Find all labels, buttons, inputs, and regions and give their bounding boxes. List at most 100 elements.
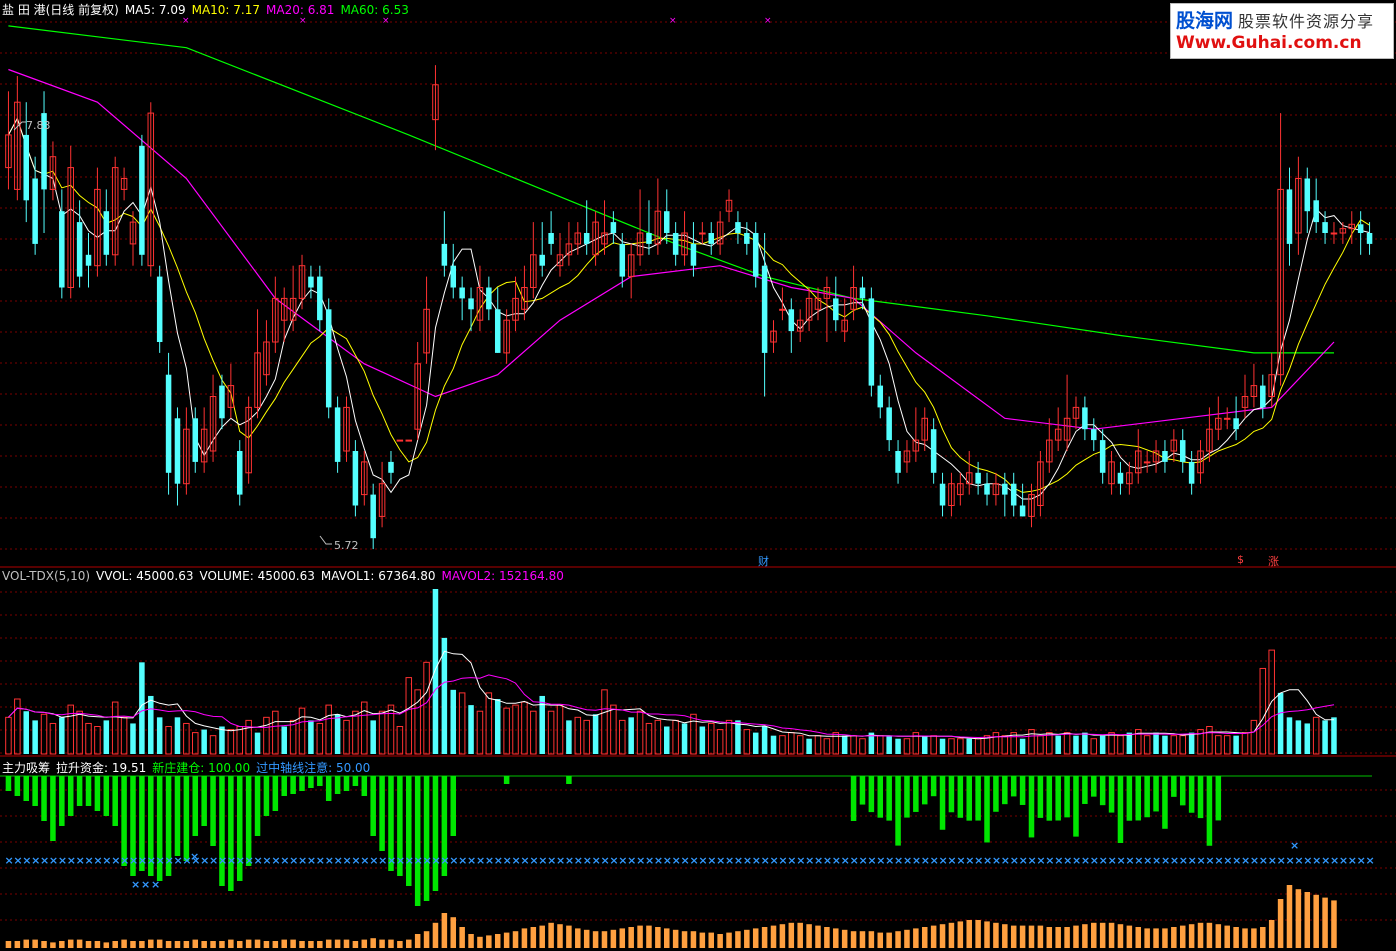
cross-marker: × — [823, 854, 832, 867]
candle-body — [788, 309, 795, 332]
volume-bar — [1322, 720, 1328, 754]
candle-body — [165, 374, 172, 473]
volume-bar — [939, 738, 946, 754]
cross-marker: × — [1179, 854, 1188, 867]
cross-marker: × — [120, 854, 129, 867]
cross-marker: × — [245, 854, 254, 867]
indicator-orange-bar — [530, 927, 537, 948]
cross-marker: × — [190, 850, 199, 863]
cross-marker: × — [1054, 854, 1063, 867]
indicator-orange-bar — [850, 931, 857, 948]
volume-bar — [690, 713, 697, 755]
candle-body — [139, 145, 145, 255]
cross-marker: × — [1357, 854, 1366, 867]
cross-marker: × — [707, 854, 716, 867]
cross-marker: × — [262, 854, 271, 867]
volume-bar — [120, 716, 128, 755]
indicator-orange-bar — [948, 922, 955, 948]
volume-bar — [174, 717, 181, 754]
indicator-green-bar — [1188, 776, 1195, 813]
candle-body — [317, 276, 323, 321]
volume-bar — [681, 723, 688, 754]
cross-marker: × — [141, 878, 150, 891]
candle-body — [236, 451, 243, 495]
volume-bar — [476, 710, 484, 755]
cross-marker: × — [512, 854, 521, 867]
candle-body — [450, 265, 457, 288]
stock-chart: × × × × ×× × × × × × × × × × × × × × × × × × × × × × × × × × × × × × × × × × ×… — [0, 16, 1396, 948]
cross-marker: × — [1134, 854, 1143, 867]
s-marker: $ — [1237, 553, 1244, 566]
indicator-orange-bar — [583, 929, 590, 948]
candle-body — [1322, 222, 1328, 233]
volume-bar — [85, 722, 92, 755]
logo-title: 股海网 — [1176, 10, 1234, 32]
indicator-orange-bar — [984, 921, 990, 948]
indicator-orange-bar — [975, 920, 981, 948]
low-pointer — [319, 535, 332, 545]
cross-marker: × — [396, 854, 405, 867]
cross-marker: × — [1259, 854, 1268, 867]
cross-marker: × — [1161, 854, 1170, 867]
volume-bar — [343, 719, 350, 755]
pull-fund-label: 拉升资金: 19.51 — [56, 761, 147, 775]
indicator-green-bar — [85, 776, 92, 806]
indicator-orange-bar — [1277, 899, 1284, 948]
cross-marker: × — [600, 854, 609, 867]
cross-marker: × — [939, 854, 948, 867]
indicator-orange-bar — [601, 931, 608, 948]
candle-body — [308, 276, 314, 288]
indicator-green-bar — [317, 776, 323, 786]
cross-marker: × — [672, 854, 681, 867]
cross-marker: × — [778, 854, 787, 867]
cross-marker: × — [4, 854, 13, 867]
indicator-orange-bar — [130, 941, 136, 948]
candle-body — [1260, 385, 1266, 408]
indicator-green-bar — [263, 776, 270, 816]
top-x-marker: × — [764, 16, 772, 26]
indicator-green-bar — [1064, 776, 1070, 818]
indicator-orange-bar — [1028, 925, 1035, 948]
indicator-green-bar — [859, 776, 866, 805]
volume-bar — [850, 735, 857, 755]
indicator-orange-bar — [824, 927, 830, 948]
indicator-orange-bar — [690, 931, 697, 948]
volume-bar — [334, 714, 341, 754]
volume-bar — [59, 717, 65, 754]
logo-subtitle: 股票软件资源分享 — [1238, 12, 1375, 31]
candle-body — [459, 287, 465, 299]
volume-bar — [601, 689, 608, 755]
volume-bar — [289, 719, 297, 755]
volume-bar — [877, 735, 884, 755]
indicator-orange-bar — [957, 921, 964, 948]
volume-bar — [1312, 716, 1320, 755]
indicator-orange-bar — [32, 939, 38, 948]
volume-bar — [458, 692, 466, 755]
candle-body — [174, 418, 181, 484]
cross-marker: × — [814, 854, 823, 867]
cross-marker: × — [894, 854, 903, 867]
cross-marker: × — [965, 854, 974, 867]
volume-bar — [1188, 732, 1195, 754]
cross-marker: × — [1339, 854, 1348, 867]
cross-marker: × — [805, 854, 814, 867]
cai-marker: 财 — [758, 555, 769, 568]
volume-bar — [1153, 732, 1159, 754]
volume-bar — [370, 720, 376, 754]
volume-bar — [272, 710, 279, 755]
indicator-orange-bar — [895, 931, 901, 948]
indicator-orange-bar — [1304, 892, 1311, 948]
indicator-green-bar — [183, 776, 190, 861]
candle-body — [548, 233, 554, 244]
indicator-orange-bar — [432, 922, 439, 948]
volume-bar — [957, 738, 964, 755]
indicator-orange-bar — [592, 931, 599, 948]
volume-bar — [494, 699, 501, 754]
indicator-green-bar — [1126, 776, 1133, 821]
cross-marker: × — [1063, 854, 1072, 867]
indicator-orange-bar — [913, 928, 919, 948]
cross-marker: × — [689, 854, 698, 867]
indicator-orange-bar — [343, 939, 350, 948]
indicator-orange-bar — [886, 932, 892, 948]
volume-bar — [921, 735, 928, 754]
